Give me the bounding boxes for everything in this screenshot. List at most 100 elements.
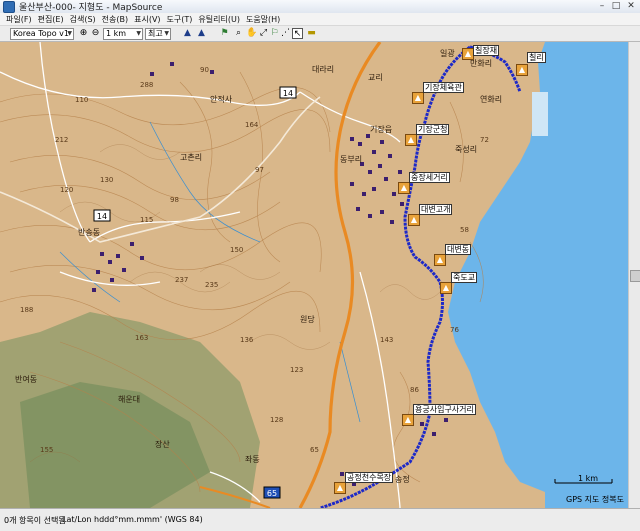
zoom-out-icon[interactable]: ⊖	[90, 28, 101, 39]
toolbar: Korea Topo v1 ▼ ⊕ ⊖ 1 km ▼ 최고 ▼ ▲ ▲ ⚑ ⌕ ✋ ⤢…	[0, 26, 640, 42]
map-canvas[interactable]: 14 14 65 기장읍 대라리 반송동 고촌리 해운대 장산 안적사 만화리 …	[0, 42, 628, 508]
flag-tool-icon[interactable]: ⚐	[269, 28, 280, 39]
waypoint-label[interactable]: 공정천수목장	[345, 472, 394, 483]
road-shield-label: 14	[97, 212, 107, 221]
road-shield-label: 14	[283, 89, 293, 98]
waypoint-icon[interactable]: ▲	[398, 182, 410, 194]
contour-label: 235	[205, 281, 218, 289]
distance-tool-icon[interactable]: ⤢	[258, 28, 269, 39]
track-tool-icon[interactable]: ▬	[306, 28, 317, 39]
contour-label: 97	[255, 166, 264, 174]
waypoint-icon[interactable]: ▲	[440, 282, 452, 294]
chevron-down-icon: ▼	[67, 30, 72, 37]
waypoint-label[interactable]: 기장군청	[416, 124, 450, 135]
waypoint-icon[interactable]: ▲	[408, 214, 420, 226]
close-button[interactable]: ✕	[624, 1, 638, 11]
zoom-scale-select[interactable]: 1 km ▼	[103, 28, 143, 40]
waypoint-label[interactable]: 칠장재	[473, 45, 500, 56]
shallow-area	[532, 92, 548, 136]
menu-utilities[interactable]: 유틸리티(U)	[198, 14, 240, 25]
contour-label: 288	[140, 81, 153, 89]
menu-find[interactable]: 검색(S)	[70, 14, 96, 25]
zoom-scale-value: 1 km	[106, 29, 127, 38]
title-bar: 울산부산-000- 지형도 - MapSource	[0, 0, 640, 14]
vertical-scrollbar[interactable]	[628, 42, 640, 508]
receive-from-device-icon[interactable]: ▲	[182, 28, 193, 39]
selection-status: 0개 항목이 선택됨	[4, 516, 66, 525]
contour-label: 123	[290, 366, 303, 374]
contour-label: 72	[480, 136, 489, 144]
place-label: 죽성리	[455, 145, 477, 154]
contour-label: 212	[55, 136, 68, 144]
scrollbar-thumb[interactable]	[630, 270, 640, 282]
waypoint-label[interactable]: 칠리	[527, 52, 546, 63]
menu-view[interactable]: 표시(V)	[134, 14, 160, 25]
menu-help[interactable]: 도움말(H)	[246, 14, 280, 25]
place-label: 교리	[368, 73, 383, 82]
contour-label: 163	[135, 334, 148, 342]
menu-tools[interactable]: 도구(T)	[167, 14, 193, 25]
menu-transfer[interactable]: 전송(B)	[102, 14, 128, 25]
place-label: 일광	[440, 48, 455, 58]
place-label: 원당	[300, 314, 315, 324]
contour-label: 128	[270, 416, 283, 424]
zoom-in-icon[interactable]: ⊕	[78, 28, 89, 39]
detail-select[interactable]: 최고 ▼	[145, 28, 171, 40]
place-label: 연화리	[480, 95, 502, 104]
scale-label: 1 km	[578, 474, 599, 483]
place-label: 반송동	[78, 228, 100, 237]
product-select-value: Korea Topo v1	[13, 29, 69, 38]
waypoint-label[interactable]: 대변고개	[419, 204, 453, 215]
place-label: 해운대	[118, 394, 140, 404]
place-label: 좌동	[245, 455, 260, 464]
map-view[interactable]: 14 14 65 기장읍 대라리 반송동 고촌리 해운대 장산 안적사 만화리 …	[0, 42, 628, 508]
product-select[interactable]: Korea Topo v1 ▼	[10, 28, 74, 40]
contour-label: 130	[100, 176, 113, 184]
menu-file[interactable]: 파일(F)	[6, 14, 32, 25]
place-label: 안적사	[210, 94, 233, 104]
waypoint-icon[interactable]: ▲	[405, 134, 417, 146]
waypoint-label[interactable]: 용궁사입구사거리	[413, 404, 476, 415]
waypoint-icon[interactable]: ▲	[434, 254, 446, 266]
detail-value: 최고	[148, 29, 163, 38]
contour-label: 115	[140, 216, 153, 224]
waypoint-label[interactable]: 죽도교	[451, 272, 478, 283]
chevron-down-icon: ▼	[164, 30, 169, 37]
contour-label: 188	[20, 306, 33, 314]
contour-label: 150	[230, 246, 243, 254]
waypoint-icon[interactable]: ▲	[516, 64, 528, 76]
place-label: 동부리	[340, 155, 362, 164]
contour-label: 86	[410, 386, 419, 394]
place-label: 만화리	[470, 59, 492, 68]
maximize-button[interactable]: □	[610, 1, 622, 11]
contour-label: 155	[40, 446, 53, 454]
waypoint-label[interactable]: 대변동	[445, 244, 472, 255]
contour-label: 136	[240, 336, 254, 344]
place-label: 대라리	[312, 65, 334, 74]
send-to-device-icon[interactable]: ▲	[196, 28, 207, 39]
place-label: 고촌리	[180, 153, 202, 162]
app-icon	[3, 0, 15, 13]
contour-label: 76	[450, 326, 459, 334]
route-tool-icon[interactable]: ⋰	[280, 28, 291, 39]
hand-tool-icon[interactable]: ✋	[246, 28, 257, 39]
menu-edit[interactable]: 편집(E)	[38, 14, 64, 25]
waypoint-icon[interactable]: ▲	[402, 414, 414, 426]
waypoint-icon[interactable]: ▲	[334, 482, 346, 494]
zoom-tool-icon[interactable]: ⌕	[233, 28, 244, 39]
contour-label: 120	[60, 186, 73, 194]
waypoint-label[interactable]: 기장체육관	[423, 82, 464, 93]
waypoint-icon[interactable]: ▲	[412, 92, 424, 104]
minimize-button[interactable]: –	[596, 1, 608, 11]
contour-label: 164	[245, 121, 259, 129]
window-title: 울산부산-000- 지형도 - MapSource	[19, 3, 163, 13]
contour-label: 98	[170, 196, 179, 204]
contour-label: 143	[380, 336, 393, 344]
waypoint-label[interactable]: 중장세거리	[409, 172, 450, 183]
place-label: 송정	[395, 474, 410, 484]
contour-label: 237	[175, 276, 188, 284]
gps-detail-label: GPS 지도 정복도	[566, 495, 624, 504]
waypoint-tool-icon[interactable]: ⚑	[219, 28, 230, 39]
select-tool-icon[interactable]: ↖	[292, 28, 303, 39]
place-label: 반여동	[15, 374, 37, 384]
